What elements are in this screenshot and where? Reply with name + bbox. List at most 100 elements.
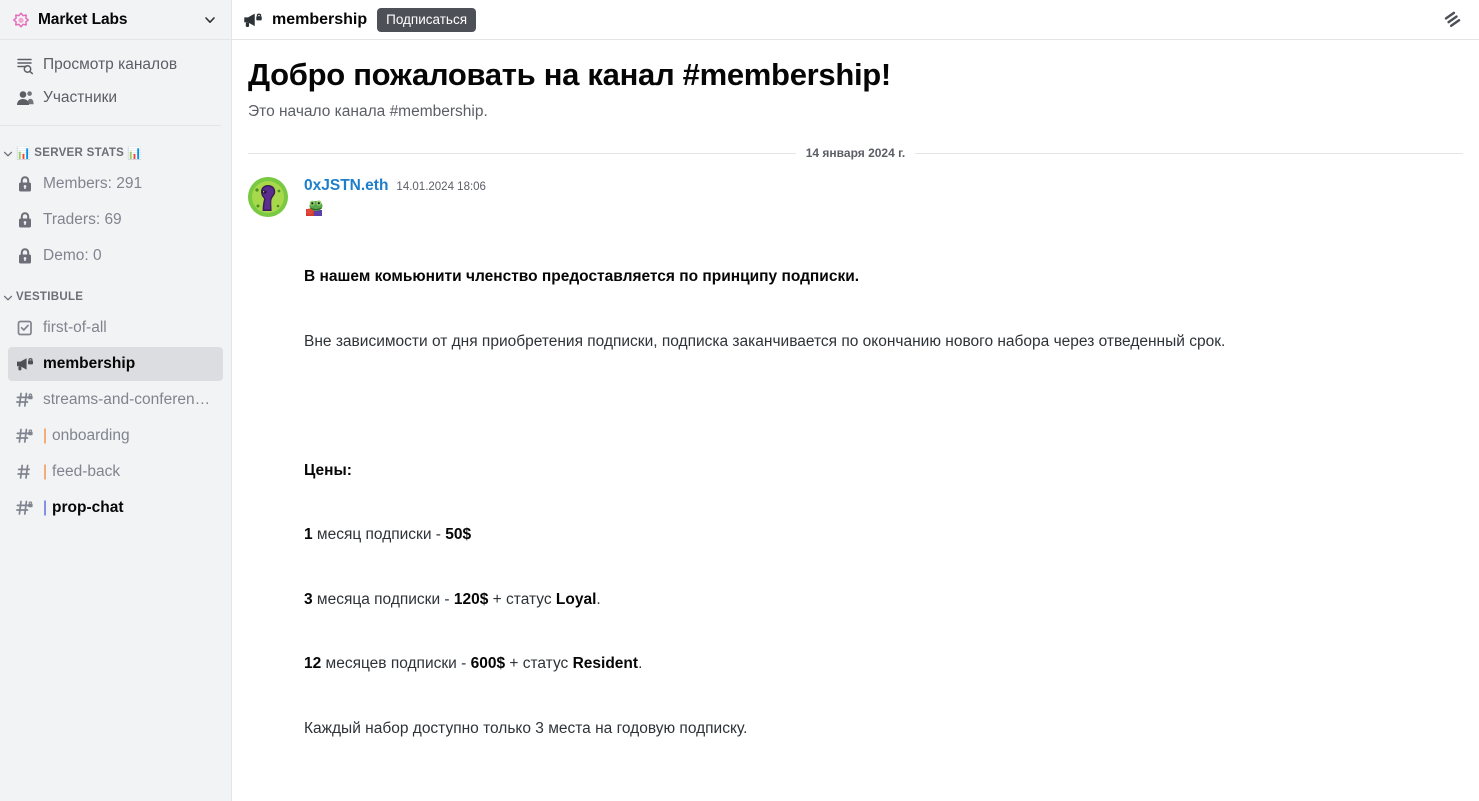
sidebar-item-demo-count[interactable]: Demo: 0	[8, 239, 223, 273]
message-emoji-line	[304, 196, 1463, 223]
sidebar-item-first-of-all[interactable]: first-of-all	[8, 311, 223, 345]
server-name: Market Labs	[38, 10, 128, 28]
message-scroll-area[interactable]: Добро пожаловать на канал #membership! Э…	[232, 40, 1479, 801]
bar-chart-emoji: 📊	[127, 146, 143, 160]
sidebar-divider	[0, 125, 221, 126]
lock-icon	[14, 209, 36, 231]
hash-lock-icon	[14, 425, 36, 447]
message-line-bold: Цены:	[304, 461, 352, 479]
message-line: В нашем комьюнити членство предоставляет…	[304, 266, 1463, 288]
channel-title: membership	[272, 10, 368, 28]
lock-icon	[14, 173, 36, 195]
sidebar-item-label: Участники	[43, 89, 118, 106]
message-line: 3 месяца подписки - 120$ + статус Loyal.	[304, 589, 1463, 611]
channel-label-text: onboarding	[52, 427, 130, 444]
announcement-lock-icon	[240, 7, 266, 33]
sidebar-item-browse-channels[interactable]: Просмотр каналов	[8, 49, 223, 81]
channel-label: membership	[43, 355, 136, 372]
message-timestamp: 14.01.2024 18:06	[396, 181, 486, 193]
price-month-count: 1	[304, 526, 313, 543]
divider-line-right	[915, 152, 1463, 154]
price-month-count: 12	[304, 655, 322, 672]
sidebar-item-streams-and-conferences[interactable]: streams-and-conferences	[8, 383, 223, 417]
subscribe-button[interactable]: Подписаться	[377, 7, 477, 32]
status-name: Resident	[572, 655, 639, 672]
page-title: Добро пожаловать на канал #membership!	[248, 57, 891, 92]
lock-icon	[14, 245, 36, 267]
message-body: 0xJSTN.eth 14.01.2024 18:06 В нашем комь…	[304, 177, 1463, 801]
price-text: месяца подписки -	[312, 590, 454, 608]
welcome-subtitle: Это начало канала #membership.	[248, 103, 488, 120]
pepe-custom-emoji	[304, 198, 324, 218]
sidebar-item-feed-back[interactable]: | feed-back	[8, 455, 223, 489]
channel-label-text: feed-back	[52, 463, 121, 480]
channel-label: Traders: 69	[43, 211, 122, 228]
price-amount: 600$	[470, 655, 506, 672]
announcement-lock-icon	[14, 353, 36, 375]
sidebar-nav-section: Просмотр каналов Участники	[0, 40, 231, 121]
channel-label: Members: 291	[43, 175, 143, 192]
chevron-down-icon[interactable]	[203, 13, 217, 27]
message: 0xJSTN.eth 14.01.2024 18:06 В нашем комь…	[232, 160, 1479, 801]
channel-label-text: prop-chat	[52, 499, 124, 516]
message-line: Каждый набор доступно только 3 места на …	[304, 719, 748, 737]
sidebar-item-members-count[interactable]: Members: 291	[8, 167, 223, 201]
price-text: + статус	[505, 655, 573, 672]
channel-sidebar: Market Labs Просмотр каналов Участники 📊…	[0, 0, 232, 801]
sidebar-item-traders-count[interactable]: Traders: 69	[8, 203, 223, 237]
channel-label: | prop-chat	[43, 499, 124, 517]
message-header: 0xJSTN.eth 14.01.2024 18:06	[304, 177, 1463, 195]
sidebar-item-members[interactable]: Участники	[8, 82, 223, 114]
browse-channels-icon	[14, 54, 36, 76]
discord-app-window: Market Labs Просмотр каналов Участники 📊…	[0, 0, 1479, 801]
message-line: Цены:	[304, 460, 1463, 482]
channel-prefix-bar: |	[43, 427, 48, 444]
channel-prefix-bar: |	[43, 499, 48, 516]
category-label: SERVER STATS	[34, 147, 125, 159]
price-amount: 50$	[445, 526, 472, 543]
divider-line-left	[248, 152, 796, 154]
price-text: + статус	[488, 590, 556, 608]
category-label: VESTIBULE	[16, 291, 84, 303]
boost-flower-icon	[12, 11, 30, 29]
channel-label: first-of-all	[43, 319, 107, 336]
price-text: месяцев подписки -	[321, 655, 471, 672]
status-name: Loyal	[555, 590, 597, 608]
message-author[interactable]: 0xJSTN.eth	[304, 177, 388, 195]
channel-label: | feed-back	[43, 463, 120, 481]
user-avatar[interactable]	[248, 177, 288, 217]
date-divider-label: 14 января 2024 г.	[805, 146, 906, 160]
sidebar-item-membership[interactable]: membership	[8, 347, 223, 381]
bar-chart-emoji: 📊	[16, 146, 32, 160]
hash-icon	[14, 461, 36, 483]
sidebar-item-prop-chat[interactable]: | prop-chat	[8, 491, 223, 525]
server-header[interactable]: Market Labs	[0, 0, 231, 40]
sidebar-item-label: Просмотр каналов	[43, 56, 178, 73]
message-line-blank	[304, 395, 1463, 417]
date-divider: 14 января 2024 г.	[248, 146, 1463, 160]
sidebar-item-onboarding[interactable]: | onboarding	[8, 419, 223, 453]
message-text: В нашем комьюнити членство предоставляет…	[304, 223, 1463, 801]
price-text: .	[638, 655, 643, 672]
channel-welcome-block: Добро пожаловать на канал #membership! Э…	[232, 48, 1479, 122]
hash-lock-icon	[14, 389, 36, 411]
channel-label: streams-and-conferences	[43, 391, 217, 408]
hash-lock-icon	[14, 497, 36, 519]
main-content: membership Подписаться Добро пожаловать …	[232, 0, 1479, 801]
price-month-count: 3	[304, 590, 313, 608]
channel-topbar: membership Подписаться	[232, 0, 1479, 40]
category-header-vestibule[interactable]: VESTIBULE	[0, 284, 231, 310]
message-line-blank	[304, 782, 1463, 801]
price-amount: 120$	[453, 590, 489, 608]
category-name: 📊 SERVER STATS 📊	[16, 147, 142, 159]
threads-icon[interactable]	[1439, 6, 1467, 34]
message-line: 12 месяцев подписки - 600$ + статус Resi…	[304, 653, 1463, 675]
chevron-down-icon	[2, 291, 14, 303]
channel-prefix-bar: |	[43, 463, 48, 480]
channel-label: Demo: 0	[43, 247, 102, 264]
price-text: месяц подписки -	[312, 526, 446, 543]
price-text: .	[596, 590, 601, 608]
message-line-bold: В нашем комьюнити членство предоставляет…	[304, 268, 860, 285]
category-header-server-stats[interactable]: 📊 SERVER STATS 📊	[0, 140, 231, 166]
message-line: 1 месяц подписки - 50$	[304, 524, 1463, 546]
